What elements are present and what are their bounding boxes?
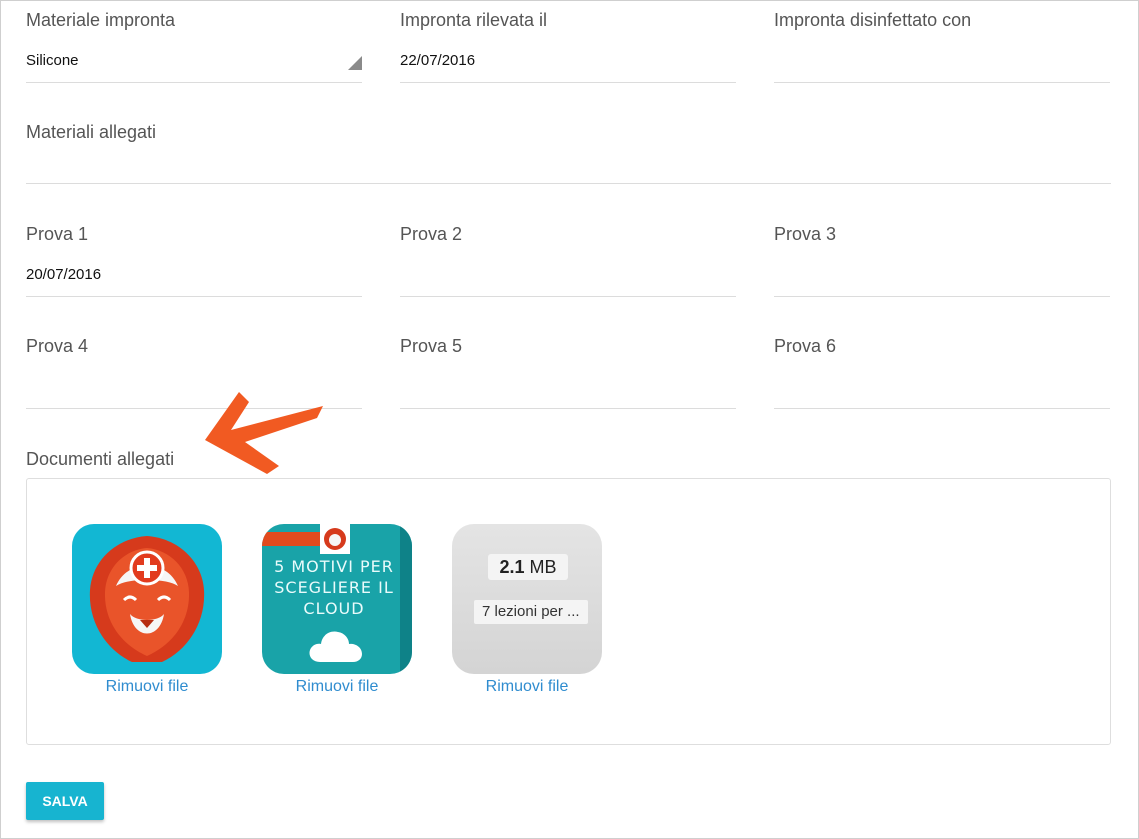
- materiali-allegati-field[interactable]: Materiali allegati: [26, 122, 1111, 186]
- attachment-thumbnail-3[interactable]: 2.1 MB 7 lezioni per ...: [452, 524, 602, 674]
- prova-1-field[interactable]: Prova 1 20/07/2016: [26, 224, 362, 298]
- field-underline: [26, 296, 362, 297]
- field-underline: [26, 82, 362, 83]
- lion-badge-icon: [324, 528, 346, 550]
- prova-5-label: Prova 5: [400, 336, 463, 356]
- remove-file-link-1[interactable]: Rimuovi file: [72, 678, 222, 696]
- lion-logo-icon: [89, 536, 205, 662]
- field-underline: [774, 408, 1110, 409]
- field-underline: [400, 82, 736, 83]
- annotation-arrow-icon: [205, 392, 323, 474]
- file-size-unit: MB: [529, 557, 557, 577]
- prova-1-label: Prova 1: [26, 224, 89, 244]
- prova-6-label: Prova 6: [774, 336, 837, 356]
- cloud-icon: [309, 631, 362, 662]
- materiale-impronta-select[interactable]: Silicone: [26, 52, 79, 69]
- prova-2-field[interactable]: Prova 2: [400, 224, 736, 298]
- field-underline: [774, 296, 1110, 297]
- impronta-rilevata-field[interactable]: Impronta rilevata il 22/07/2016: [400, 10, 736, 84]
- impronta-disinfettato-field[interactable]: Impronta disinfettato con: [774, 10, 1110, 84]
- prova-3-field[interactable]: Prova 3: [774, 224, 1110, 298]
- impronta-rilevata-input[interactable]: 22/07/2016: [400, 52, 475, 69]
- attachment-thumbnail-2[interactable]: 5 MOTIVI PER SCEGLIERE IL CLOUD: [262, 524, 412, 674]
- prova-6-field[interactable]: Prova 6: [774, 336, 1110, 410]
- impronta-rilevata-label: Impronta rilevata il: [400, 10, 548, 30]
- cloud-ebook-cover-icon: 5 MOTIVI PER SCEGLIERE IL CLOUD: [262, 524, 412, 674]
- file-size-value: 2.1: [499, 557, 525, 577]
- prova-4-label: Prova 4: [26, 336, 89, 356]
- ebook-title: 5 MOTIVI PER SCEGLIERE IL CLOUD: [274, 557, 394, 618]
- materiale-impronta-label: Materiale impronta: [26, 10, 176, 30]
- field-underline: [400, 296, 736, 297]
- field-underline: [26, 183, 1111, 184]
- prova-3-label: Prova 3: [774, 224, 837, 244]
- field-underline: [400, 408, 736, 409]
- prova-5-field[interactable]: Prova 5: [400, 336, 736, 410]
- materiali-allegati-label: Materiali allegati: [26, 122, 157, 142]
- prova-1-input[interactable]: 20/07/2016: [26, 266, 101, 283]
- remove-file-link-3[interactable]: Rimuovi file: [452, 678, 602, 696]
- materiale-impronta-field[interactable]: Materiale impronta Silicone: [26, 10, 362, 84]
- select-caret-icon[interactable]: [348, 56, 362, 70]
- documenti-allegati-label: Documenti allegati: [26, 449, 175, 469]
- field-underline: [774, 82, 1110, 83]
- prova-2-label: Prova 2: [400, 224, 463, 244]
- save-button[interactable]: SALVA: [26, 782, 104, 820]
- file-size-badge: 2.1 MB: [488, 554, 568, 580]
- impronta-disinfettato-label: Impronta disinfettato con: [774, 10, 972, 30]
- file-name: 7 lezioni per ...: [474, 600, 588, 624]
- attachment-thumbnail-1[interactable]: [72, 524, 222, 674]
- remove-file-link-2[interactable]: Rimuovi file: [262, 678, 412, 696]
